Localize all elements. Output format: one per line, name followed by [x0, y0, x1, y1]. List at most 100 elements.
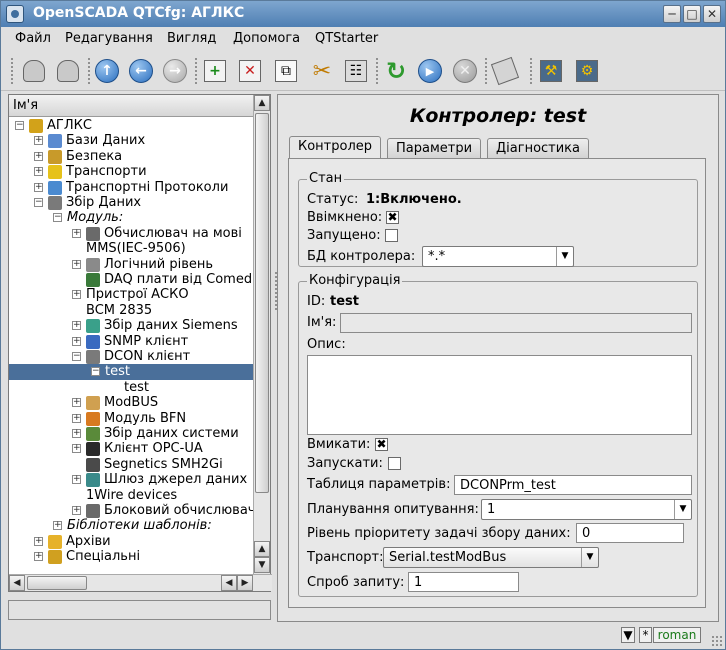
tree-item[interactable]: + Транспортні Протоколи — [9, 180, 254, 196]
description-field[interactable] — [307, 355, 692, 435]
tree-item[interactable]: + Безпека — [9, 149, 254, 165]
collapse-icon[interactable]: − — [72, 352, 81, 361]
expand-icon[interactable]: + — [72, 475, 81, 485]
tree-item[interactable]: − DCON клієнт — [9, 349, 254, 365]
delete-item-button[interactable]: ✕ — [237, 58, 263, 84]
expand-icon[interactable]: + — [72, 290, 81, 300]
tree-item[interactable]: + Спеціальні — [9, 549, 254, 565]
minimize-button[interactable]: ─ — [663, 5, 681, 23]
add-item-button[interactable]: + — [202, 58, 228, 84]
attempts-field[interactable]: 1 — [408, 572, 519, 592]
started-checkbox[interactable] — [385, 229, 398, 242]
back-button[interactable]: ← — [128, 58, 154, 84]
tree-item[interactable]: − Збір Даних — [9, 195, 254, 211]
tree-item[interactable]: − test — [9, 364, 254, 381]
tree-vertical-scrollbar[interactable]: ▲ ▲ ▼ — [253, 95, 270, 575]
expand-icon[interactable]: + — [72, 429, 81, 438]
close-button[interactable]: ✕ — [703, 5, 721, 23]
tree-horizontal-scrollbar[interactable]: ◀ ◀ ▶ — [9, 574, 272, 591]
menu-file[interactable]: Файл — [15, 31, 51, 46]
schedule-combo[interactable]: 1 ▼ — [481, 499, 692, 520]
menu-help[interactable]: Допомога — [233, 31, 300, 46]
tree-item[interactable]: + Шлюз джерел даних — [9, 472, 254, 488]
menu-edit[interactable]: Редагування — [65, 31, 153, 46]
scroll-left-icon[interactable]: ◀ — [9, 575, 25, 591]
tree-item[interactable]: + Транспорти — [9, 164, 254, 180]
enable-checkbox[interactable]: ✖ — [375, 438, 388, 451]
tree-item[interactable]: − АГЛКС — [9, 118, 254, 134]
start-button[interactable]: ▶ — [417, 58, 443, 84]
tree-item[interactable]: Segnetics SMH2Gi — [9, 457, 254, 473]
expand-icon[interactable]: + — [72, 444, 81, 454]
scroll-left-icon[interactable]: ◀ — [221, 575, 237, 591]
copy-button[interactable]: ⧉ — [273, 58, 299, 84]
collapse-icon[interactable]: − — [15, 121, 24, 130]
station-config-button[interactable]: ⚒ — [538, 58, 564, 84]
scroll-up-icon[interactable]: ▲ — [254, 541, 270, 557]
param-table-field[interactable]: DCONPrm_test — [454, 475, 692, 495]
collapse-icon[interactable]: − — [34, 198, 43, 207]
tab-parameters[interactable]: Параметри — [387, 138, 482, 159]
tree-view[interactable]: Ім'я − АГЛКС + Бази Даних + Безпека + Транспорт… — [8, 94, 272, 592]
collapse-icon[interactable]: − — [53, 213, 62, 223]
db-combo[interactable]: *.* ▼ — [422, 246, 574, 267]
tab-diagnostics[interactable]: Діагностика — [487, 138, 590, 159]
expand-icon[interactable]: + — [34, 136, 43, 146]
up-button[interactable]: ↑ — [94, 58, 120, 84]
tree-item[interactable]: + Архіви — [9, 534, 254, 550]
enabled-checkbox[interactable]: ✖ — [386, 211, 399, 224]
paste-button[interactable]: ☷ — [343, 58, 369, 84]
tree-header[interactable]: Ім'я — [9, 95, 253, 117]
priority-field[interactable]: 0 — [576, 523, 684, 543]
scroll-right-icon[interactable]: ▶ — [237, 575, 253, 591]
expand-icon[interactable]: + — [34, 552, 43, 562]
tree-item[interactable]: + Клієнт OPC-UA — [9, 441, 254, 457]
tab-controller[interactable]: Контролер — [289, 136, 382, 158]
expand-icon[interactable]: + — [72, 398, 81, 408]
tree-item[interactable]: + ModBUS — [9, 395, 254, 411]
cut-button[interactable]: ✂ — [309, 58, 335, 84]
tree-item[interactable]: + Обчислювач на мові — [9, 226, 254, 242]
toolbar-grip[interactable] — [10, 57, 14, 85]
tree-item[interactable]: test — [9, 380, 254, 396]
scrollbar-thumb[interactable] — [255, 113, 269, 493]
expand-icon[interactable]: + — [72, 321, 81, 331]
keyboard-layout[interactable]: roman — [653, 627, 701, 643]
tree-item[interactable]: + Блоковий обчислювач — [9, 503, 254, 519]
tree-item[interactable]: MMS(IEC-9506) — [9, 241, 254, 257]
expand-icon[interactable]: + — [34, 151, 43, 161]
tree-item[interactable]: − Модуль: — [9, 210, 254, 226]
collapse-icon[interactable]: − — [91, 367, 100, 377]
tree-item[interactable]: DAQ плати від Comed — [9, 272, 254, 288]
expand-icon[interactable]: + — [72, 336, 81, 346]
tree-item[interactable]: 1Wire devices — [9, 488, 254, 504]
scrollbar-thumb[interactable] — [27, 576, 87, 590]
resize-grip-icon[interactable] — [711, 635, 723, 647]
expand-icon[interactable]: + — [72, 259, 81, 269]
expand-icon[interactable]: + — [34, 182, 43, 192]
transport-combo[interactable]: Serial.testModBus ▼ — [383, 547, 599, 568]
db-save-button[interactable] — [55, 58, 81, 84]
expand-icon[interactable]: + — [72, 506, 81, 515]
scroll-down-icon[interactable]: ▼ — [254, 557, 270, 573]
station-remote-button[interactable]: ⚙ — [574, 58, 600, 84]
tree-item[interactable]: + Збір даних Siemens — [9, 318, 254, 334]
menu-view[interactable]: Вигляд — [167, 31, 216, 46]
tree-item[interactable]: + SNMP клієнт — [9, 334, 254, 350]
expand-icon[interactable]: + — [34, 167, 43, 177]
scroll-up-icon[interactable]: ▲ — [254, 95, 270, 111]
info-button[interactable] — [490, 56, 520, 86]
refresh-button[interactable]: ↻ — [383, 57, 409, 85]
expand-icon[interactable]: + — [72, 228, 81, 238]
expand-icon[interactable]: + — [72, 413, 81, 423]
forward-button[interactable]: → — [162, 58, 188, 84]
stop-button[interactable]: ✕ — [452, 58, 478, 84]
menu-qtstarter[interactable]: QTStarter — [315, 31, 378, 46]
db-load-button[interactable] — [21, 58, 47, 84]
tree-item[interactable]: + Модуль BFN — [9, 411, 254, 427]
maximize-button[interactable]: □ — [683, 5, 701, 23]
tree-item[interactable]: + Збір даних системи — [9, 426, 254, 442]
expand-icon[interactable]: + — [53, 521, 62, 531]
expand-icon[interactable]: + — [34, 536, 43, 546]
start-checkbox[interactable] — [388, 457, 401, 470]
